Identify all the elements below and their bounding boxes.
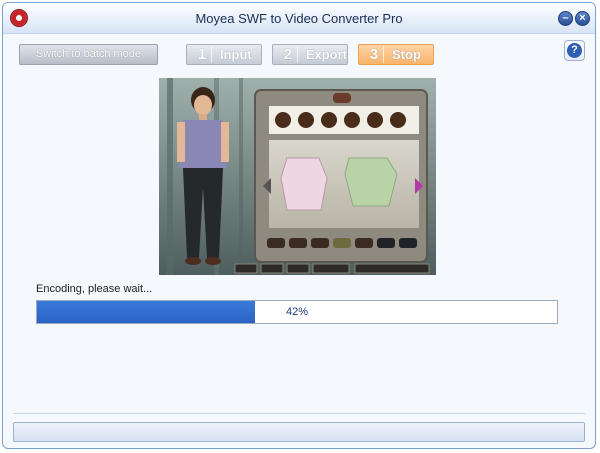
encoding-progress-bar: 42%	[36, 300, 558, 324]
video-preview	[159, 78, 436, 275]
step-stop-button[interactable]: 3 Stop	[358, 44, 434, 65]
step-number: 1	[193, 46, 212, 63]
status-bar	[13, 422, 585, 442]
help-button[interactable]: ?	[564, 40, 585, 61]
step-export-button[interactable]: 2 Export	[272, 44, 348, 65]
window-title: Moyea SWF to Video Converter Pro	[195, 11, 403, 26]
step-input-button[interactable]: 1 Input	[186, 44, 262, 65]
step-label: Stop	[392, 47, 421, 62]
main-window: Moyea SWF to Video Converter Pro – × Swi…	[2, 2, 596, 449]
step-label: Export	[305, 47, 347, 62]
step-number: 3	[365, 46, 384, 63]
progress-percent: 42%	[285, 306, 309, 318]
step-number: 2	[279, 46, 298, 63]
minimize-icon[interactable]: –	[558, 11, 573, 26]
preview-frame-image	[159, 78, 436, 275]
toolbar: Switch to batch mode 1 Input 2 Export 3 …	[3, 33, 595, 73]
status-message: Encoding, please wait...	[36, 283, 153, 295]
switch-batch-mode-button[interactable]: Switch to batch mode	[19, 44, 158, 65]
title-bar: Moyea SWF to Video Converter Pro – ×	[3, 3, 595, 34]
step-label: Input	[220, 47, 252, 62]
close-icon[interactable]: ×	[575, 11, 590, 26]
help-icon: ?	[567, 43, 582, 58]
